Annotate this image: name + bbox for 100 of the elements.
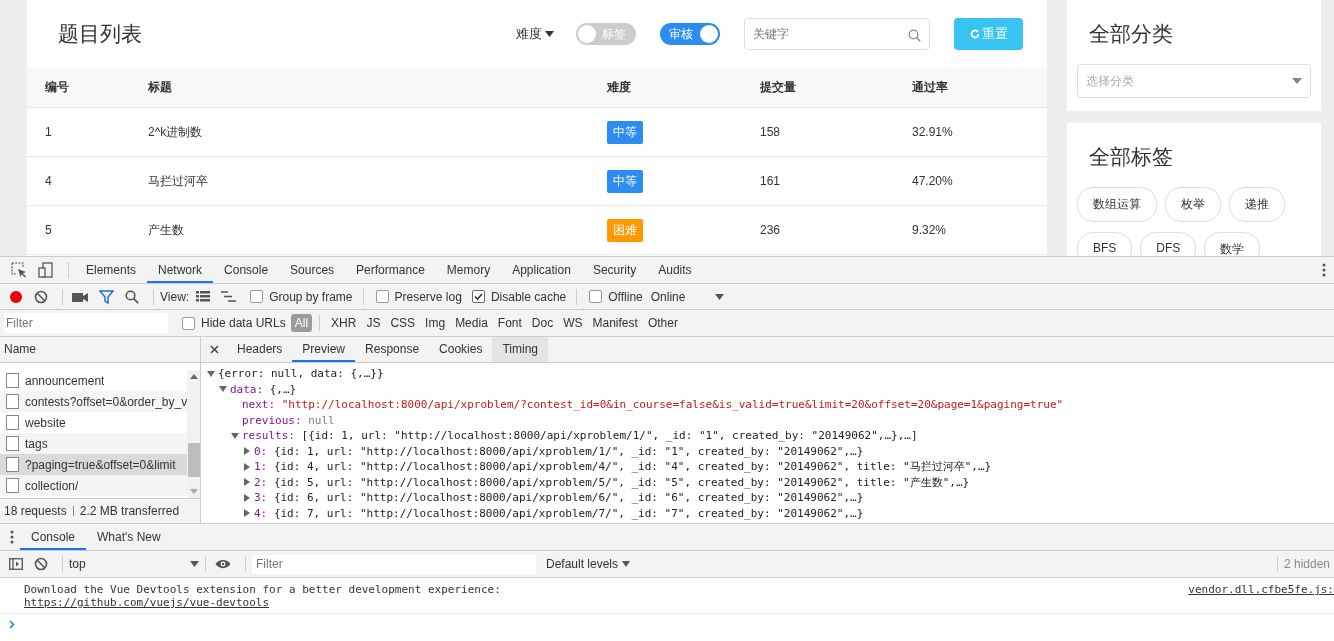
eye-icon[interactable]: [215, 559, 231, 569]
tag-button[interactable]: 递推: [1229, 187, 1285, 222]
tag-button[interactable]: 数组运算: [1077, 187, 1157, 222]
file-icon: [6, 415, 19, 430]
triangle-icon[interactable]: [243, 509, 251, 518]
table-cell-text: 158: [760, 125, 782, 139]
table-cell-text: 161: [760, 174, 782, 188]
column-header: 提交量: [760, 79, 797, 96]
checkbox[interactable]: [250, 290, 264, 303]
filter-field[interactable]: Filter: [4, 313, 168, 333]
table-cell-text: 32.91%: [912, 125, 954, 139]
detail-tab[interactable]: Preview: [292, 337, 356, 362]
sidebar-toggle-icon[interactable]: [9, 558, 23, 570]
checkbox[interactable]: [471, 290, 485, 303]
checkbox-label: Group by frame: [269, 289, 353, 304]
request-name: contests?offset=0&order_by_v: [25, 394, 188, 409]
scrollbar[interactable]: [187, 370, 200, 498]
inspect-icon[interactable]: [11, 262, 27, 278]
type-filter[interactable]: Img: [421, 314, 450, 332]
detail-tab[interactable]: Response: [355, 337, 430, 362]
checkbox-label: Hide data URLs: [201, 316, 286, 330]
triangle-icon[interactable]: [207, 369, 215, 378]
json-property: results: [{id: 1, url: "http://localhost:8000/api/xproblem/1/", _id: "1", created_by: "20149062",…},…]: [242, 428, 918, 444]
clear-icon[interactable]: [34, 557, 48, 571]
clear-icon[interactable]: [34, 289, 48, 304]
detail-tab[interactable]: Headers: [227, 337, 293, 362]
triangle-icon[interactable]: [243, 462, 251, 471]
caret-icon: [622, 561, 631, 567]
list-view-icon[interactable]: [196, 291, 211, 302]
problem-title[interactable]: 2^k进制数: [148, 123, 607, 141]
waterfall-icon[interactable]: [221, 291, 237, 302]
type-filter[interactable]: JS: [362, 314, 385, 332]
levels-dropdown[interactable]: Default levels: [546, 557, 619, 571]
camera-icon[interactable]: [72, 290, 88, 303]
panel-tab[interactable]: Console: [213, 257, 280, 283]
close-icon[interactable]: [210, 345, 219, 354]
column-header: 通过率: [912, 79, 949, 96]
detail-tab[interactable]: Cookies: [429, 337, 493, 362]
table-cell-text: 236: [760, 223, 782, 237]
panel-tab[interactable]: Application: [501, 257, 582, 283]
more-icon[interactable]: [10, 530, 14, 544]
triangle-icon[interactable]: [243, 478, 251, 487]
checkbox-label: Disable cache: [490, 289, 567, 304]
type-filter[interactable]: WS: [559, 314, 587, 332]
json-property: 1: {id: 4, url: "http://localhost:8000/api/xproblem/4/", _id: "4", created_by: "20149062", title: "马拦过河卒",…}: [254, 459, 992, 475]
panel-tab[interactable]: Audits: [647, 257, 703, 283]
table-cell-text: 9.32%: [912, 223, 948, 237]
type-filter[interactable]: CSS: [386, 314, 420, 332]
panel-tab[interactable]: Performance: [345, 257, 436, 283]
search-icon[interactable]: [125, 289, 139, 304]
request-name: ?paging=true&offset=0&limit: [25, 457, 176, 472]
page-title: 题目列表: [58, 21, 142, 47]
checkbox[interactable]: [182, 316, 195, 330]
tag-button[interactable]: 枚举: [1165, 187, 1221, 222]
type-filter[interactable]: XHR: [327, 314, 361, 332]
context-select[interactable]: top: [69, 557, 199, 571]
detail-tab[interactable]: Timing: [492, 337, 548, 362]
filter-field[interactable]: Filter: [252, 554, 536, 574]
record-icon[interactable]: [9, 289, 23, 304]
panel-tab[interactable]: Elements: [75, 257, 148, 283]
more-icon[interactable]: [1322, 263, 1326, 277]
type-filter[interactable]: Doc: [527, 314, 558, 332]
file-icon: [6, 478, 19, 493]
search-field[interactable]: 关键字: [744, 18, 930, 50]
problem-title[interactable]: 产生数: [148, 221, 607, 239]
checkbox[interactable]: [589, 290, 603, 303]
drawer-tab[interactable]: What's New: [86, 524, 172, 550]
checkbox[interactable]: [375, 290, 389, 303]
request-row[interactable]: collection/: [0, 475, 188, 496]
table-cell-text: 1: [45, 125, 53, 139]
json-property: 2: {id: 5, url: "http://localhost:8000/api/xproblem/5/", _id: "5", created_by: "20149062", title: "产生数",…}: [254, 474, 970, 490]
request-row[interactable]: ?paging=true&offset=0&limit: [0, 454, 188, 475]
panel-tab[interactable]: Sources: [279, 257, 346, 283]
message-link[interactable]: https://github.com/vuejs/vue-devtools: [24, 596, 270, 609]
source-link[interactable]: vendor.dll.cfbe5fe.js:: [1188, 583, 1334, 609]
request-row[interactable]: tags: [0, 433, 188, 454]
type-filter[interactable]: Font: [493, 314, 526, 332]
throttle-dropdown[interactable]: Online: [650, 289, 686, 304]
file-icon: [6, 436, 19, 451]
difficulty-dropdown[interactable]: 难度: [516, 25, 542, 43]
device-icon[interactable]: [38, 262, 54, 278]
triangle-icon[interactable]: [243, 493, 251, 502]
type-filter[interactable]: Other: [643, 314, 682, 332]
request-row[interactable]: contests?offset=0&order_by_v: [0, 391, 188, 412]
panel-tab[interactable]: Security: [581, 257, 648, 283]
triangle-icon[interactable]: [219, 385, 227, 394]
type-filter[interactable]: Manifest: [588, 314, 642, 332]
triangle-icon[interactable]: [231, 431, 239, 440]
json-property: previous: null: [242, 412, 335, 428]
scroll-up-icon[interactable]: [189, 374, 198, 379]
triangle-icon[interactable]: [243, 447, 251, 456]
search-icon: [908, 29, 921, 42]
problem-title[interactable]: 马拦过河卒: [148, 172, 607, 190]
file-icon: [6, 457, 19, 472]
filter-icon[interactable]: [99, 289, 114, 304]
scroll-thumb[interactable]: [187, 443, 200, 477]
summary-text: 2.2 MB transferred: [79, 504, 180, 518]
caret-icon: [715, 293, 725, 300]
type-filter[interactable]: Media: [451, 314, 492, 332]
panel-tab[interactable]: Memory: [435, 257, 502, 283]
